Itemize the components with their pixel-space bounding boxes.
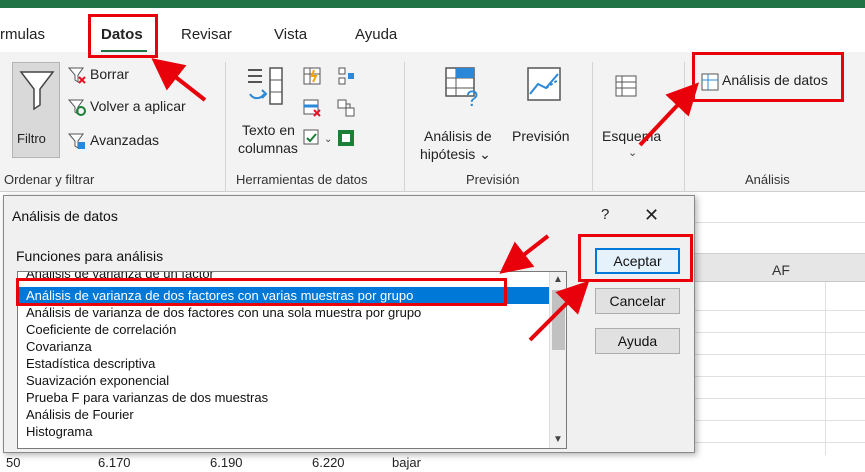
arrow-to-data-analysis xyxy=(638,82,699,147)
arrow-to-ok-button xyxy=(528,280,590,342)
arrow-to-list-item xyxy=(499,234,550,274)
arrow-to-datos xyxy=(151,58,207,102)
annotation-arrows xyxy=(151,58,699,342)
